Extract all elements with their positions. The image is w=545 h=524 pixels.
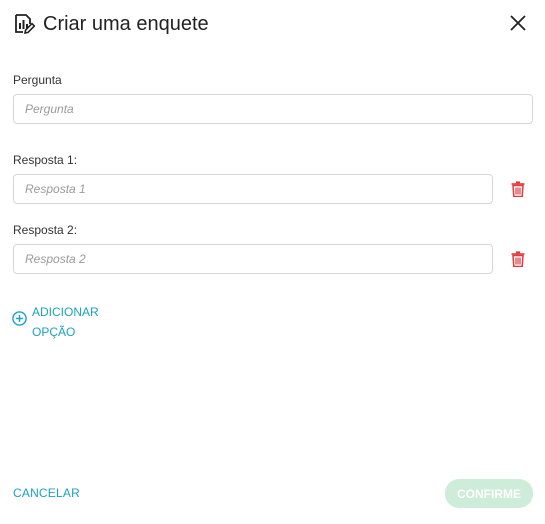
- plus-circle-icon: [12, 311, 27, 326]
- close-icon[interactable]: [507, 12, 529, 34]
- add-option-button[interactable]: ADICIONAR OPÇÃO: [12, 302, 102, 342]
- create-poll-dialog: Criar uma enquete Pergunta Resposta 1: R…: [0, 0, 545, 524]
- question-input[interactable]: [13, 94, 533, 124]
- question-label: Pergunta: [13, 73, 62, 87]
- answer-1-label: Resposta 1:: [13, 153, 78, 167]
- confirm-button[interactable]: CONFIRME: [445, 479, 533, 508]
- answer-2-label: Resposta 2:: [13, 223, 78, 237]
- add-option-label: ADICIONAR OPÇÃO: [32, 305, 99, 339]
- delete-answer-1-button[interactable]: [509, 180, 527, 198]
- trash-icon: [511, 251, 525, 267]
- trash-icon: [511, 181, 525, 197]
- poll-edit-icon: [13, 13, 35, 35]
- answer-1-input[interactable]: [13, 174, 493, 204]
- answer-2-input[interactable]: [13, 244, 493, 274]
- dialog-title: Criar uma enquete: [43, 12, 209, 35]
- cancel-button[interactable]: CANCELAR: [13, 486, 80, 500]
- dialog-header: Criar uma enquete: [13, 10, 535, 38]
- delete-answer-2-button[interactable]: [509, 250, 527, 268]
